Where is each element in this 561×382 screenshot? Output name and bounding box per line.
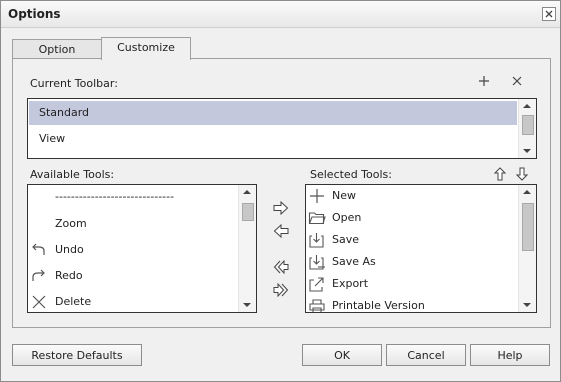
current-toolbar-list[interactable]: Standard View [27, 98, 537, 159]
new-icon [310, 189, 324, 203]
remove-toolbar-icon[interactable] [511, 75, 523, 87]
scroll-down-icon[interactable] [523, 149, 531, 153]
cancel-button[interactable]: Cancel [386, 344, 466, 366]
vertical-scrollbar[interactable] [238, 185, 256, 312]
options-dialog: Options Option Customize Current Toolbar… [0, 0, 561, 382]
help-button[interactable]: Help [470, 344, 550, 366]
redo-icon [32, 269, 45, 281]
scroll-down-icon[interactable] [243, 303, 251, 307]
list-item-label: Delete [55, 295, 92, 308]
scroll-thumb[interactable] [522, 115, 534, 135]
list-item[interactable]: Zoom [29, 212, 237, 236]
list-item[interactable]: ------------------------------ [29, 185, 237, 209]
list-item-label: Open [332, 211, 362, 224]
vertical-scrollbar[interactable] [518, 185, 536, 312]
list-item[interactable]: Delete [29, 290, 237, 312]
selected-tools-list[interactable]: New Open Save Save As Export Printable V… [305, 184, 537, 313]
remove-selected-icon[interactable] [273, 224, 289, 238]
vertical-scrollbar[interactable] [518, 99, 536, 158]
move-up-icon[interactable] [494, 167, 506, 181]
list-item-label: Zoom [55, 217, 87, 230]
list-item[interactable]: Open [307, 207, 517, 229]
list-item-label: Export [332, 277, 369, 290]
remove-all-icon[interactable] [273, 260, 289, 274]
delete-icon [32, 295, 46, 309]
list-item[interactable]: Printable Version [307, 295, 517, 312]
title-bar: Options [1, 1, 560, 28]
list-item[interactable]: Export [307, 273, 517, 295]
open-folder-icon [308, 212, 326, 225]
list-item[interactable]: Save As [307, 251, 517, 273]
tab-option[interactable]: Option [12, 39, 102, 60]
list-item-label: Save [332, 233, 360, 246]
list-item-label: Undo [55, 243, 84, 256]
scroll-up-icon[interactable] [243, 190, 251, 194]
list-item-label: Save As [332, 255, 376, 268]
ok-button[interactable]: OK [302, 344, 382, 366]
add-selected-icon[interactable] [273, 201, 289, 215]
restore-defaults-button[interactable]: Restore Defaults [12, 344, 142, 366]
scroll-down-icon[interactable] [523, 303, 531, 307]
selected-tools-label: Selected Tools: [310, 168, 392, 181]
available-tools-list[interactable]: ------------------------------ Zoom Undo… [27, 184, 257, 313]
list-item[interactable]: Redo [29, 264, 237, 288]
window-title: Options [8, 7, 61, 21]
scroll-thumb[interactable] [242, 203, 254, 221]
save-as-icon [309, 255, 325, 270]
scroll-up-icon[interactable] [523, 190, 531, 194]
available-tools-label: Available Tools: [30, 168, 115, 181]
scroll-thumb[interactable] [522, 203, 534, 251]
tab-customize[interactable]: Customize [101, 37, 191, 60]
printable-version-icon [309, 299, 325, 312]
list-item-label: Standard [39, 106, 90, 119]
list-item[interactable]: View [29, 127, 517, 151]
save-icon [309, 233, 324, 248]
move-down-icon[interactable] [516, 167, 528, 181]
list-item-label: ------------------------------ [55, 190, 175, 203]
current-toolbar-label: Current Toolbar: [30, 77, 118, 90]
scroll-up-icon[interactable] [523, 104, 531, 108]
add-all-icon[interactable] [273, 283, 289, 297]
list-item[interactable]: Standard [29, 101, 517, 125]
add-toolbar-icon[interactable] [478, 75, 490, 87]
list-item[interactable]: Undo [29, 238, 237, 262]
list-item-label: View [39, 132, 66, 145]
undo-icon [32, 243, 45, 255]
close-icon[interactable] [542, 7, 556, 21]
list-item-label: Redo [55, 269, 83, 282]
list-item-label: New [332, 189, 356, 202]
export-icon [309, 277, 324, 292]
list-item[interactable]: Save [307, 229, 517, 251]
list-item-label: Printable Version [332, 299, 425, 312]
list-item[interactable]: New [307, 185, 517, 207]
